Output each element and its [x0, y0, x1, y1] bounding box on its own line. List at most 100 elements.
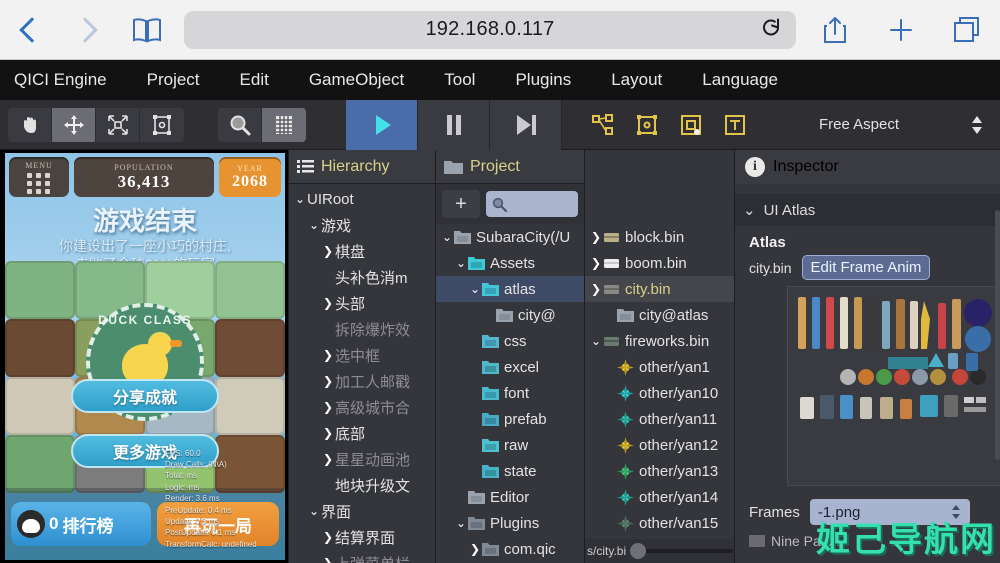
- menu-item-tool[interactable]: Tool: [424, 60, 495, 100]
- back-button[interactable]: [0, 0, 58, 60]
- project-tree[interactable]: ⌄ SubaraCity(/U ⌄ Assets ⌄ atlas city@ css excel…: [436, 224, 584, 562]
- menu-item-project[interactable]: Project: [127, 60, 220, 100]
- hierarchy-item[interactable]: ⌄ 界面: [289, 498, 435, 524]
- scroll-knob[interactable]: [630, 543, 647, 559]
- ui-atlas-section-header[interactable]: ⌄ UI Atlas: [735, 194, 1000, 226]
- hierarchy-item[interactable]: ❯ 棋盘: [289, 238, 435, 264]
- asset-item[interactable]: other/yan13: [585, 458, 734, 484]
- project-item[interactable]: css: [436, 328, 584, 354]
- tabs-button[interactable]: [934, 0, 1000, 60]
- chevron-right-icon[interactable]: ❯: [321, 556, 335, 563]
- project-tab[interactable]: Project: [436, 150, 584, 184]
- menu-item-gameobject[interactable]: GameObject: [289, 60, 424, 100]
- project-item[interactable]: Editor: [436, 484, 584, 510]
- chevron-right-icon[interactable]: ❯: [321, 530, 335, 544]
- asset-item[interactable]: ❯ block.bin: [585, 224, 734, 250]
- hierarchy-item[interactable]: ⌄ 游戏: [289, 212, 435, 238]
- menu-item-layout[interactable]: Layout: [591, 60, 682, 100]
- project-item[interactable]: prefab: [436, 406, 584, 432]
- play-button[interactable]: [346, 99, 418, 150]
- chevron-right-icon[interactable]: ❯: [321, 296, 335, 310]
- step-button[interactable]: [490, 99, 562, 150]
- hand-tool-button[interactable]: [8, 107, 52, 142]
- hierarchy-item[interactable]: 头补色消m: [289, 264, 435, 290]
- scale-tool-button[interactable]: [96, 107, 140, 142]
- chevron-down-icon[interactable]: ⌄: [454, 256, 468, 270]
- hierarchy-item[interactable]: ❯ 底部: [289, 420, 435, 446]
- asset-list[interactable]: ❯ block.bin ❯ boom.bin ❯ city.bin city@atlas ⌄ f…: [585, 150, 734, 536]
- asset-item[interactable]: other/yan1: [585, 354, 734, 380]
- chevron-right-icon[interactable]: ❯: [321, 426, 335, 440]
- asset-item[interactable]: other/yan14: [585, 484, 734, 510]
- project-item[interactable]: ⌄ atlas: [436, 276, 584, 302]
- hierarchy-item[interactable]: 拆除爆炸效: [289, 316, 435, 342]
- chevron-down-icon[interactable]: ⌄: [307, 218, 321, 232]
- chevron-down-icon[interactable]: ⌄: [307, 504, 321, 518]
- atlas-preview[interactable]: [787, 286, 1000, 486]
- project-item[interactable]: ⌄ Assets: [436, 250, 584, 276]
- chevron-down-icon[interactable]: ⌄: [293, 192, 307, 206]
- hierarchy-item[interactable]: ❯ 加工人邮戳: [289, 368, 435, 394]
- menu-item-language[interactable]: Language: [682, 60, 798, 100]
- chevron-down-icon[interactable]: ⌄: [440, 230, 454, 244]
- asset-item[interactable]: other/yan10: [585, 380, 734, 406]
- leaderboard-button[interactable]: 0 排行榜: [11, 502, 151, 546]
- project-item[interactable]: font: [436, 380, 584, 406]
- project-item[interactable]: ⌄ SubaraCity(/U: [436, 224, 584, 250]
- grid-tool-button[interactable]: [262, 107, 306, 142]
- chevron-right-icon[interactable]: ❯: [321, 452, 335, 466]
- chevron-right-icon[interactable]: ❯: [321, 374, 335, 388]
- rect-tool-button[interactable]: [140, 108, 184, 142]
- project-search-input[interactable]: [486, 191, 578, 217]
- forward-button[interactable]: [58, 0, 116, 60]
- hud-menu-button[interactable]: MENU: [9, 157, 69, 197]
- chevron-down-icon[interactable]: ⌄: [468, 282, 482, 296]
- share-button[interactable]: [802, 0, 868, 60]
- hierarchy-item[interactable]: 地块升级文: [289, 472, 435, 498]
- reload-button[interactable]: [760, 16, 782, 43]
- menu-item-qici-engine[interactable]: QICI Engine: [0, 60, 127, 100]
- inspector-scrollbar[interactable]: [995, 210, 1000, 460]
- new-tab-button[interactable]: [868, 0, 934, 60]
- project-item[interactable]: excel: [436, 354, 584, 380]
- chevron-right-icon[interactable]: ❯: [589, 230, 603, 244]
- project-item[interactable]: raw: [436, 432, 584, 458]
- move-tool-button[interactable]: [52, 107, 96, 142]
- share-achievement-button[interactable]: 分享成就: [71, 379, 219, 413]
- chevron-right-icon[interactable]: ❯: [468, 542, 482, 556]
- game-canvas[interactable]: MENU POPULATION 36,413 YEAR 2068 游戏结束 你建…: [5, 153, 285, 560]
- asset-item[interactable]: ❯ city.bin: [585, 276, 734, 302]
- edit-frame-anim-button[interactable]: Edit Frame Anim: [801, 255, 931, 280]
- project-item[interactable]: city@: [436, 302, 584, 328]
- asset-item[interactable]: other/yan11: [585, 406, 734, 432]
- asset-item[interactable]: city@atlas: [585, 302, 734, 328]
- hierarchy-item[interactable]: ❯ 选中框: [289, 342, 435, 368]
- text-toggle[interactable]: [720, 110, 750, 140]
- pause-button[interactable]: [418, 99, 490, 150]
- anchor-toggle[interactable]: [676, 110, 706, 140]
- inspector-tab[interactable]: i Inspector: [735, 150, 1000, 184]
- asset-item[interactable]: other/van15: [585, 510, 734, 536]
- hierarchy-item[interactable]: ❯ 星星动画池: [289, 446, 435, 472]
- chevron-right-icon[interactable]: ❯: [589, 256, 603, 270]
- hierarchy-item[interactable]: ❯ 头部: [289, 290, 435, 316]
- hierarchy-item[interactable]: ❯ 高级城市合: [289, 394, 435, 420]
- game-view[interactable]: MENU POPULATION 36,413 YEAR 2068 游戏结束 你建…: [0, 150, 288, 563]
- chevron-right-icon[interactable]: ❯: [321, 348, 335, 362]
- asset-item[interactable]: ⌄ fireworks.bin: [585, 328, 734, 354]
- bounds-toggle[interactable]: [632, 110, 662, 140]
- asset-item[interactable]: other/yan12: [585, 432, 734, 458]
- menu-item-edit[interactable]: Edit: [220, 60, 289, 100]
- file-list-scrollbar[interactable]: s/city.bi: [585, 539, 734, 563]
- hierarchy-item[interactable]: ❯上弹菜单栏: [289, 550, 435, 563]
- chevron-down-icon[interactable]: ⌄: [589, 334, 603, 348]
- project-item[interactable]: ❯ com.qic: [436, 536, 584, 562]
- hierarchy-item[interactable]: ❯ 结算界面: [289, 524, 435, 550]
- chevron-right-icon[interactable]: ❯: [589, 282, 603, 296]
- node-graph-toggle[interactable]: [588, 110, 618, 140]
- project-item[interactable]: state: [436, 458, 584, 484]
- chevron-updown-icon[interactable]: [964, 115, 990, 135]
- aspect-selector[interactable]: Free Aspect: [754, 100, 1000, 150]
- hierarchy-tree[interactable]: ⌄ UIRoot ⌄ 游戏 ❯ 棋盘 头补色消m ❯ 头部 拆除爆炸效 ❯ 选中框 ❯ 加工人邮戳 ❯ 高级城…: [289, 184, 435, 563]
- asset-item[interactable]: ❯ boom.bin: [585, 250, 734, 276]
